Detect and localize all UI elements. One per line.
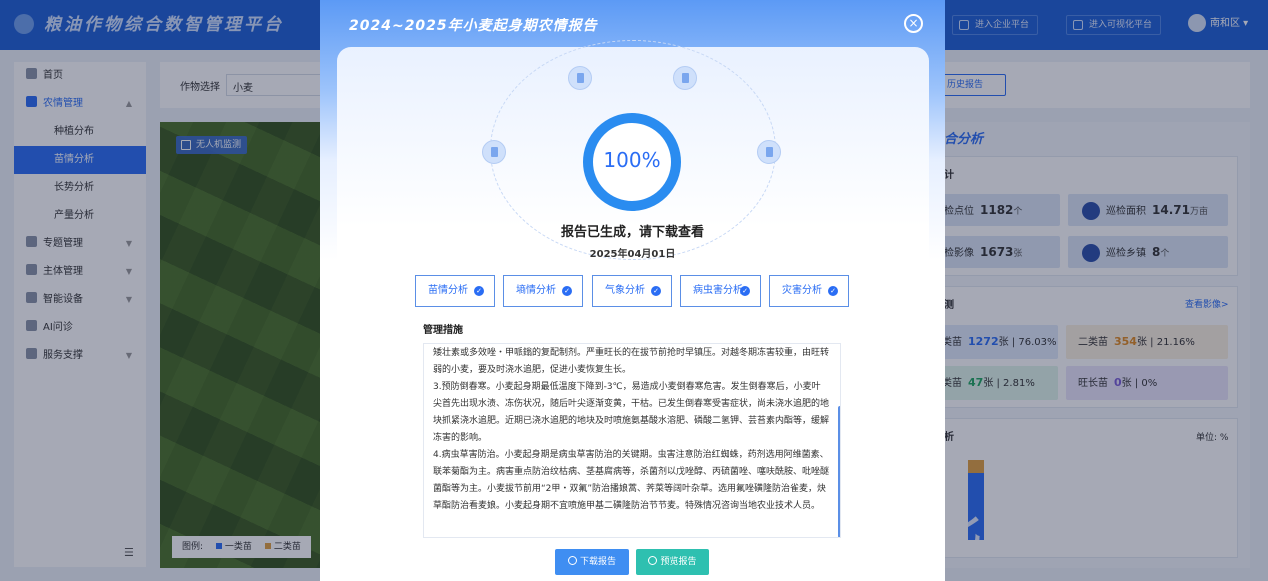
progress-value: 100% xyxy=(603,148,661,172)
measure-paragraph: 矮壮素或多效唑・甲哌鎓的复配制剂。严重旺长的在拔节前抢时早镇压。对越冬期冻害较重… xyxy=(433,348,830,375)
document-icon xyxy=(673,66,697,90)
download-icon xyxy=(567,556,577,565)
report-modal: 2024~2025年小麦起身期农情报告 × 100% 报告已生成，请下载查看 2… xyxy=(320,0,945,581)
report-status: 报告已生成，请下载查看 xyxy=(560,225,704,240)
tab-label: 病虫害分析 xyxy=(693,285,743,296)
scrollbar-thumb[interactable] xyxy=(838,406,840,537)
tab-disaster-analysis[interactable]: 灾害分析 ✓ xyxy=(769,275,849,307)
measure-paragraph: 3.预防倒春寒。小麦起身期最低温度下降到-3℃，易造成小麦倒春寒危害。发生倒春寒… xyxy=(433,382,830,443)
tab-seedling-analysis[interactable]: 苗情分析 ✓ xyxy=(415,275,495,307)
measures-content: 矮壮素或多效唑・甲哌鎓的复配制剂。严重旺长的在拔节前抢时早镇压。对越冬期冻害较重… xyxy=(433,345,829,515)
measure-paragraph: 4.病虫草害防治。小麦起身期是病虫草害防治的关键期。虫害注意防治红蜘蛛，药剂选用… xyxy=(433,450,830,511)
eye-icon xyxy=(648,556,658,565)
preview-report-button[interactable]: 预览报告 xyxy=(636,549,709,575)
close-icon[interactable]: × xyxy=(904,14,923,33)
measures-title: 管理措施 xyxy=(423,325,463,336)
tab-label: 墒情分析 xyxy=(516,285,556,296)
measures-scroll-area[interactable]: 矮壮素或多效唑・甲哌鎓的复配制剂。严重旺长的在拔节前抢时早镇压。对越冬期冻害较重… xyxy=(423,343,841,538)
tab-label: 苗情分析 xyxy=(428,285,468,296)
check-icon: ✓ xyxy=(474,286,484,296)
document-icon xyxy=(482,140,506,164)
check-icon: ✓ xyxy=(651,286,661,296)
download-label: 下载报告 xyxy=(579,557,616,567)
check-icon: ✓ xyxy=(740,286,750,296)
check-icon: ✓ xyxy=(828,286,838,296)
preview-label: 预览报告 xyxy=(660,557,697,567)
modal-title: 2024~2025年小麦起身期农情报告 xyxy=(349,18,598,34)
document-icon xyxy=(568,66,592,90)
check-icon: ✓ xyxy=(562,286,572,296)
document-icon xyxy=(757,140,781,164)
tab-pest-analysis[interactable]: 病虫害分析 ✓ xyxy=(680,275,761,307)
tab-soil-moisture-analysis[interactable]: 墒情分析 ✓ xyxy=(503,275,583,307)
tab-weather-analysis[interactable]: 气象分析 ✓ xyxy=(592,275,672,307)
tab-label: 灾害分析 xyxy=(782,285,822,296)
tab-label: 气象分析 xyxy=(605,285,645,296)
download-report-button[interactable]: 下载报告 xyxy=(555,549,629,575)
report-date: 2025年04月01日 xyxy=(589,249,676,260)
